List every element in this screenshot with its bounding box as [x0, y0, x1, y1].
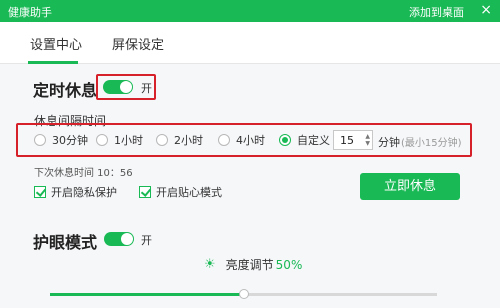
radio-circle [96, 134, 108, 146]
tab-screensaver-settings[interactable]: 屏保设定 [112, 34, 164, 53]
close-icon[interactable]: × [480, 2, 492, 18]
toggle-knob [121, 233, 133, 245]
brightness-slider-fill [50, 293, 244, 296]
toggle-knob [120, 81, 132, 93]
radio-label: 1小时 [114, 134, 143, 147]
privacy-protection-checkbox[interactable]: 开启隐私保护 [34, 184, 117, 200]
timed-rest-toggle-text: 开 [141, 82, 152, 95]
next-rest-time: 下次休息时间 10：56 [34, 168, 133, 179]
settings-panel: 定时休息 开 休息间隔时间 30分钟 1小时 2小时 4小时 自定义 15 ▲ ▼… [0, 64, 500, 308]
radio-circle-checked [279, 134, 291, 146]
checkbox-label: 开启贴心模式 [156, 186, 222, 199]
radio-circle [156, 134, 168, 146]
timed-rest-toggle[interactable] [103, 80, 133, 94]
custom-minutes-value: 15 [340, 134, 354, 147]
radio-label: 2小时 [174, 134, 203, 147]
radio-label: 30分钟 [52, 134, 88, 147]
radio-circle [218, 134, 230, 146]
eye-protection-title: 护眼模式 [33, 233, 98, 252]
tab-bar: 设置中心 屏保设定 [0, 22, 500, 64]
radio-4-hours[interactable]: 4小时 [218, 132, 265, 148]
add-to-desktop-link[interactable]: 添加到桌面 [409, 4, 464, 20]
minutes-unit: 分钟 [378, 136, 400, 149]
radio-label: 4小时 [236, 134, 265, 147]
caring-mode-checkbox[interactable]: 开启贴心模式 [139, 184, 222, 200]
radio-1-hour[interactable]: 1小时 [96, 132, 143, 148]
brightness-slider[interactable] [50, 289, 437, 299]
brightness-slider-thumb[interactable] [238, 289, 249, 299]
rest-now-button[interactable]: 立即休息 [360, 173, 460, 200]
radio-circle [34, 134, 46, 146]
brightness-row: ☀ 亮度调节 50% [204, 256, 302, 273]
brightness-value: 50% [275, 257, 303, 272]
tab-settings-center[interactable]: 设置中心 [30, 34, 82, 53]
checkbox-label: 开启隐私保护 [51, 186, 117, 199]
window-title: 健康助手 [8, 6, 52, 19]
radio-custom[interactable]: 自定义 [279, 132, 330, 148]
eye-protection-toggle[interactable] [104, 232, 134, 246]
eye-protection-toggle-text: 开 [141, 234, 152, 247]
brightness-label: 亮度调节 [225, 258, 274, 272]
sun-icon: ☀ [204, 257, 216, 272]
radio-30-minutes[interactable]: 30分钟 [34, 132, 88, 148]
custom-minutes-stepper[interactable]: 15 ▲ ▼ [333, 130, 373, 150]
checkbox-checked-icon [34, 186, 46, 198]
title-bar: 健康助手 添加到桌面 × [0, 0, 500, 22]
stepper-arrows-icon[interactable]: ▲ ▼ [365, 133, 370, 147]
radio-2-hours[interactable]: 2小时 [156, 132, 203, 148]
radio-label: 自定义 [297, 134, 330, 147]
timed-rest-title: 定时休息 [33, 81, 98, 100]
minimum-hint: (最小15分钟) [401, 138, 462, 149]
checkbox-checked-icon [139, 186, 151, 198]
